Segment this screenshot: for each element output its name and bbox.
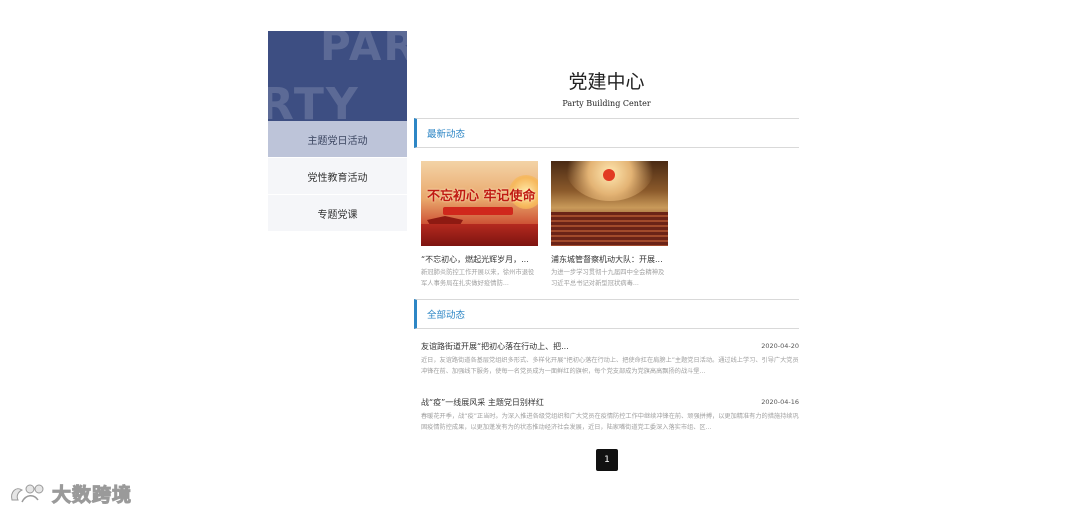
brand-logo-icon [11, 484, 44, 503]
news-card[interactable]: 不忘初心 牢记使命 “不忘初心，燃起光辉岁月，... 新冠肺炎防控工作开展以来，… [421, 161, 538, 299]
page-button-current[interactable]: 1 [596, 449, 618, 471]
audience-decoration [551, 212, 668, 246]
watermark: 大数跨境 [8, 478, 132, 508]
page-subtitle: Party Building Center [562, 99, 651, 108]
news-card-title[interactable]: “不忘初心，燃起光辉岁月，... [421, 254, 538, 266]
star-decoration [603, 169, 615, 181]
news-list: 友谊路街道开展“把初心落在行动上、把... 2020-04-20 近日，友谊路街… [414, 340, 799, 433]
list-item-date: 2020-04-16 [761, 398, 799, 406]
section-title: 最新动态 [427, 129, 466, 140]
sidebar: PAR RTY 主题党日活动 党性教育活动 专题党课 [268, 31, 407, 233]
sidebar-item-label: 专题党课 [317, 209, 358, 221]
list-item-desc: 春暖花开季，战“疫”正当时。为深入推进各级党组织和广大党员在疫情防控工作中继续冲… [421, 413, 799, 431]
list-item[interactable]: 友谊路街道开展“把初心落在行动上、把... 2020-04-20 近日，友谊路街… [421, 340, 799, 377]
section-header-all: 全部动态 [414, 299, 799, 329]
list-item-desc: 近日，友谊路街道各基层党组织多形式、多样化开展“把初心落在行动上、把使命扛在肩膀… [421, 357, 799, 375]
ribbon-decoration [443, 207, 513, 215]
thumbnail-slogan: 不忘初心 牢记使命 [427, 189, 536, 204]
news-thumbnail[interactable]: 不忘初心 牢记使命 [421, 161, 538, 246]
dome-decoration [565, 161, 655, 201]
section-title: 全部动态 [427, 310, 466, 321]
sidebar-item-theme-party-day[interactable]: 主题党日活动 [268, 121, 407, 158]
list-item-title[interactable]: 战“疫”一线展风采 主题党日别样红 [421, 397, 544, 408]
list-item-header: 战“疫”一线展风采 主题党日别样红 2020-04-16 [421, 396, 799, 408]
list-item[interactable]: 战“疫”一线展风采 主题党日别样红 2020-04-16 春暖花开季，战“疫”正… [421, 396, 799, 433]
list-item-title[interactable]: 友谊路街道开展“把初心落在行动上、把... [421, 341, 569, 352]
news-card-desc: 新冠肺炎防控工作开展以来，徐州市退役军人事务局在扎实做好疫情防... [421, 269, 535, 287]
banner-watermark-top: PAR [320, 31, 407, 70]
sidebar-item-label: 党性教育活动 [307, 172, 368, 184]
wall-decoration [421, 224, 538, 246]
banner-watermark-bottom: RTY [268, 79, 360, 122]
list-item-header: 友谊路街道开展“把初心落在行动上、把... 2020-04-20 [421, 340, 799, 352]
sidebar-item-party-education[interactable]: 党性教育活动 [268, 158, 407, 195]
watermark-text: 大数跨境 [51, 483, 133, 506]
news-card-title[interactable]: 浦东城管督察机动大队：开展... [551, 254, 668, 266]
news-thumbnail[interactable] [551, 161, 668, 246]
sidebar-banner: PAR RTY [268, 31, 407, 121]
page-title: 党建中心 [568, 71, 645, 93]
main-content: 党建中心 Party Building Center 最新动态 不忘初心 牢记使… [414, 60, 799, 433]
section-header-latest: 最新动态 [414, 118, 799, 148]
sidebar-item-label: 主题党日活动 [307, 135, 368, 147]
sidebar-item-party-lecture[interactable]: 专题党课 [268, 195, 407, 232]
list-item-date: 2020-04-20 [761, 342, 799, 350]
news-card[interactable]: 浦东城管督察机动大队：开展... 为进一步学习贯彻十九届四中全会精神及习近平总书… [551, 161, 668, 299]
news-cards: 不忘初心 牢记使命 “不忘初心，燃起光辉岁月，... 新冠肺炎防控工作开展以来，… [414, 161, 799, 299]
news-card-desc: 为进一步学习贯彻十九届四中全会精神及习近平总书记对新型冠状病毒... [551, 269, 665, 287]
